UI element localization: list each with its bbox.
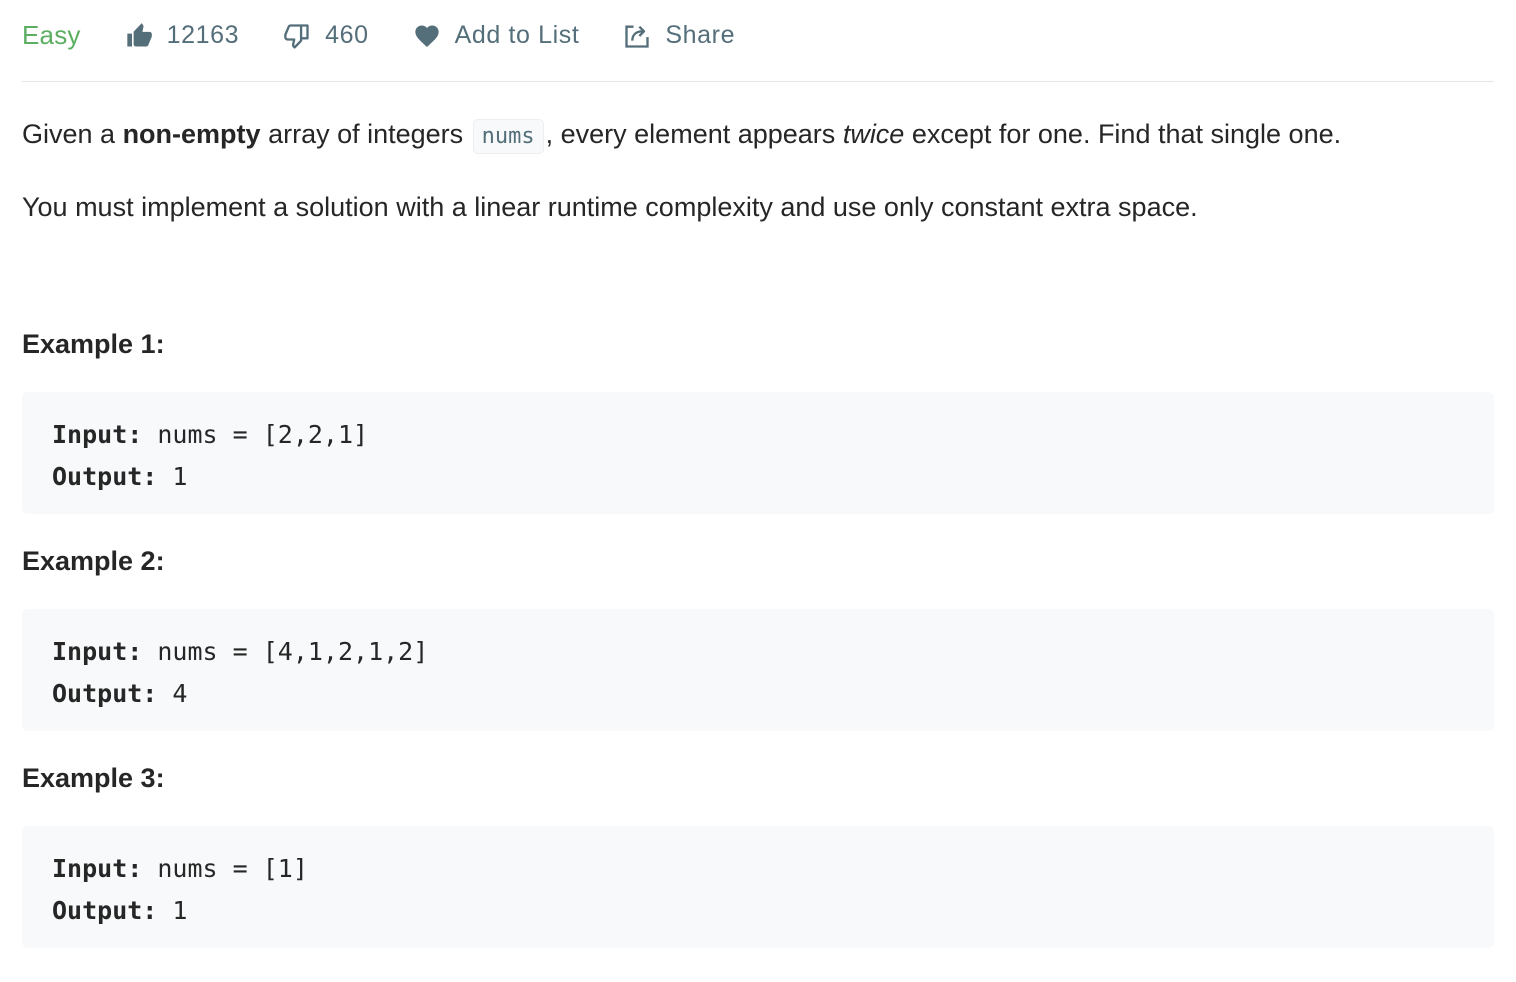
like-count: 12163 [166,21,240,49]
input-label: Input: [52,854,143,883]
statement-paragraph-2: You must implement a solution with a lin… [22,192,1198,222]
problem-statement: Given a non-empty array of integers nums… [22,116,1494,225]
example-output-row: Output: 4 [52,673,1464,715]
problem-action-bar: Easy 12163 460 Add to List Share [22,0,1494,82]
output-label: Output: [52,896,158,925]
share-button[interactable]: Share [623,21,735,50]
share-icon [623,22,651,50]
example-input-row: Input: nums = [1] [52,848,1464,890]
statement-text: , every element appears [545,119,843,149]
output-label: Output: [52,679,158,708]
statement-italic-text: twice [842,119,905,149]
example-1-title: Example 1: [22,329,165,359]
input-value: nums = [1] [142,854,308,883]
example-output-row: Output: 1 [52,456,1464,498]
dislike-button[interactable]: 460 [283,21,369,50]
statement-text: except for one. Find that single one. [904,119,1342,149]
example-output-row: Output: 1 [52,890,1464,932]
dislike-count: 460 [325,21,369,49]
add-to-list-button[interactable]: Add to List [413,21,580,50]
thumbs-down-icon [283,22,311,50]
example-input-row: Input: nums = [2,2,1] [52,414,1464,456]
thumbs-up-icon [125,22,153,50]
input-label: Input: [52,420,143,449]
add-to-list-label: Add to List [454,21,580,49]
output-label: Output: [52,462,158,491]
share-label: Share [665,21,736,49]
like-button[interactable]: 12163 [125,21,240,50]
heart-icon [413,22,441,50]
statement-text: Given a [22,119,123,149]
input-label: Input: [52,637,143,666]
statement-paragraph-1: Given a non-empty array of integers nums… [22,116,1494,155]
problem-description-panel: Easy 12163 460 Add to List Share Given a… [22,0,1494,948]
example-3-block: Input: nums = [1] Output: 1 [22,826,1494,948]
input-value: nums = [2,2,1] [142,420,369,449]
statement-text: array of integers [260,119,471,149]
output-value: 1 [157,462,188,491]
example-1-block: Input: nums = [2,2,1] Output: 1 [22,392,1494,514]
example-2-title: Example 2: [22,546,165,576]
output-value: 4 [157,679,188,708]
example-input-row: Input: nums = [4,1,2,1,2] [52,631,1464,673]
statement-bold-text: non-empty [122,119,261,149]
inline-code-nums: nums [472,119,544,154]
input-value: nums = [4,1,2,1,2] [142,637,429,666]
output-value: 1 [157,896,188,925]
example-2-block: Input: nums = [4,1,2,1,2] Output: 4 [22,609,1494,731]
difficulty-label: Easy [22,20,81,50]
example-3-title: Example 3: [22,763,165,793]
